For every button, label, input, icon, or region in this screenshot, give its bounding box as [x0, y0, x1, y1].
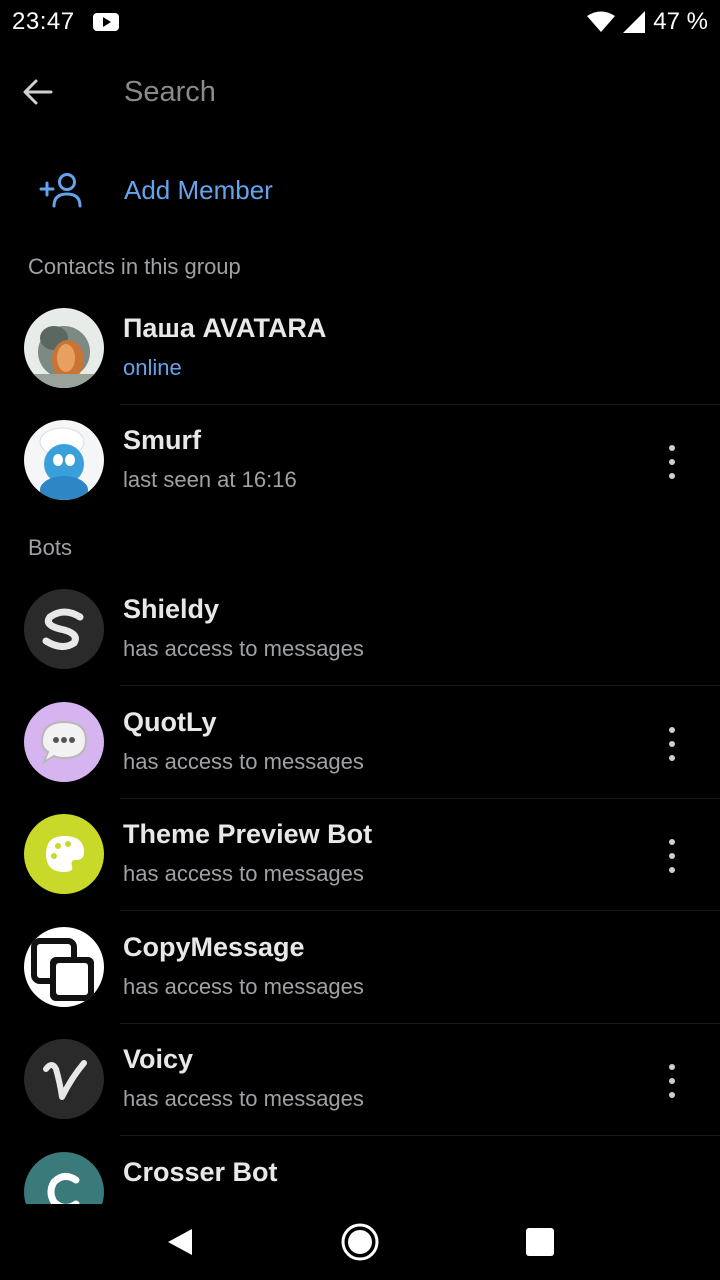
bot-name: Shieldy: [123, 594, 220, 624]
bot-row[interactable]: Voicy has access to messages: [0, 1024, 720, 1136]
nav-recents-button[interactable]: [510, 1212, 570, 1272]
triangle-back-icon: [168, 1229, 192, 1255]
contact-row[interactable]: Smurf last seen at 16:16: [0, 405, 720, 517]
divider: [120, 910, 720, 911]
avatar: [24, 1039, 104, 1119]
avatar: [24, 589, 104, 669]
status-indicators: 47 %: [587, 8, 708, 36]
section-header-contacts: Contacts in this group: [28, 254, 241, 279]
nav-home-button[interactable]: [330, 1212, 390, 1272]
avatar: [24, 702, 104, 782]
divider: [120, 1135, 720, 1136]
bot-status: has access to messages: [123, 749, 364, 774]
square-recents-icon: [526, 1228, 554, 1256]
status-time: 23:47: [12, 8, 75, 35]
bot-name: Crosser Bot: [123, 1157, 278, 1187]
bot-row[interactable]: QuotLy has access to messages: [0, 687, 720, 799]
contact-name: Паша AVATARA: [123, 313, 327, 343]
bot-row[interactable]: Crosser Bot: [0, 1137, 720, 1204]
avatar: [24, 1152, 104, 1204]
nav-back-button[interactable]: [150, 1212, 210, 1272]
bot-name: CopyMessage: [123, 932, 305, 962]
more-options-button[interactable]: [660, 839, 684, 873]
bot-name: QuotLy: [123, 707, 217, 737]
avatar: [24, 420, 104, 500]
divider: [120, 685, 720, 686]
youtube-notification-icon: [92, 13, 119, 31]
contact-status: last seen at 16:16: [123, 467, 297, 492]
bot-status: has access to messages: [123, 636, 364, 661]
section-header-bots: Bots: [28, 535, 73, 560]
more-options-button[interactable]: [660, 727, 684, 761]
search-input[interactable]: [124, 75, 644, 109]
add-member-button[interactable]: Add Member: [0, 150, 720, 230]
contact-name: Smurf: [123, 425, 202, 455]
contact-row[interactable]: Паша AVATARA online: [0, 293, 720, 405]
more-options-button[interactable]: [660, 445, 684, 479]
avatar: [24, 308, 104, 388]
wifi-icon: [587, 11, 616, 32]
avatar: [24, 927, 104, 1007]
contact-status: online: [123, 355, 182, 380]
more-options-button[interactable]: [660, 1064, 684, 1098]
circle-home-icon: [341, 1223, 379, 1261]
system-navigation-bar: [0, 1204, 720, 1280]
bot-name: Theme Preview Bot: [123, 819, 373, 849]
status-bar: 23:47 47 %: [0, 0, 720, 44]
cell-signal-icon: [623, 11, 646, 33]
avatar: [24, 814, 104, 894]
battery-percent: 47 %: [653, 8, 708, 35]
search-toolbar: [0, 44, 720, 140]
bot-row[interactable]: CopyMessage has access to messages: [0, 912, 720, 1024]
add-member-label: Add Member: [124, 174, 273, 205]
back-button[interactable]: [0, 44, 78, 140]
arrow-left-icon: [23, 79, 53, 105]
bot-status: has access to messages: [123, 974, 364, 999]
bot-row[interactable]: Theme Preview Bot has access to messages: [0, 799, 720, 911]
bot-status: has access to messages: [123, 1086, 364, 1111]
bot-row[interactable]: Shieldy has access to messages: [0, 574, 720, 686]
bot-status: has access to messages: [123, 861, 364, 886]
add-person-icon: [39, 173, 82, 208]
bot-name: Voicy: [123, 1044, 194, 1074]
